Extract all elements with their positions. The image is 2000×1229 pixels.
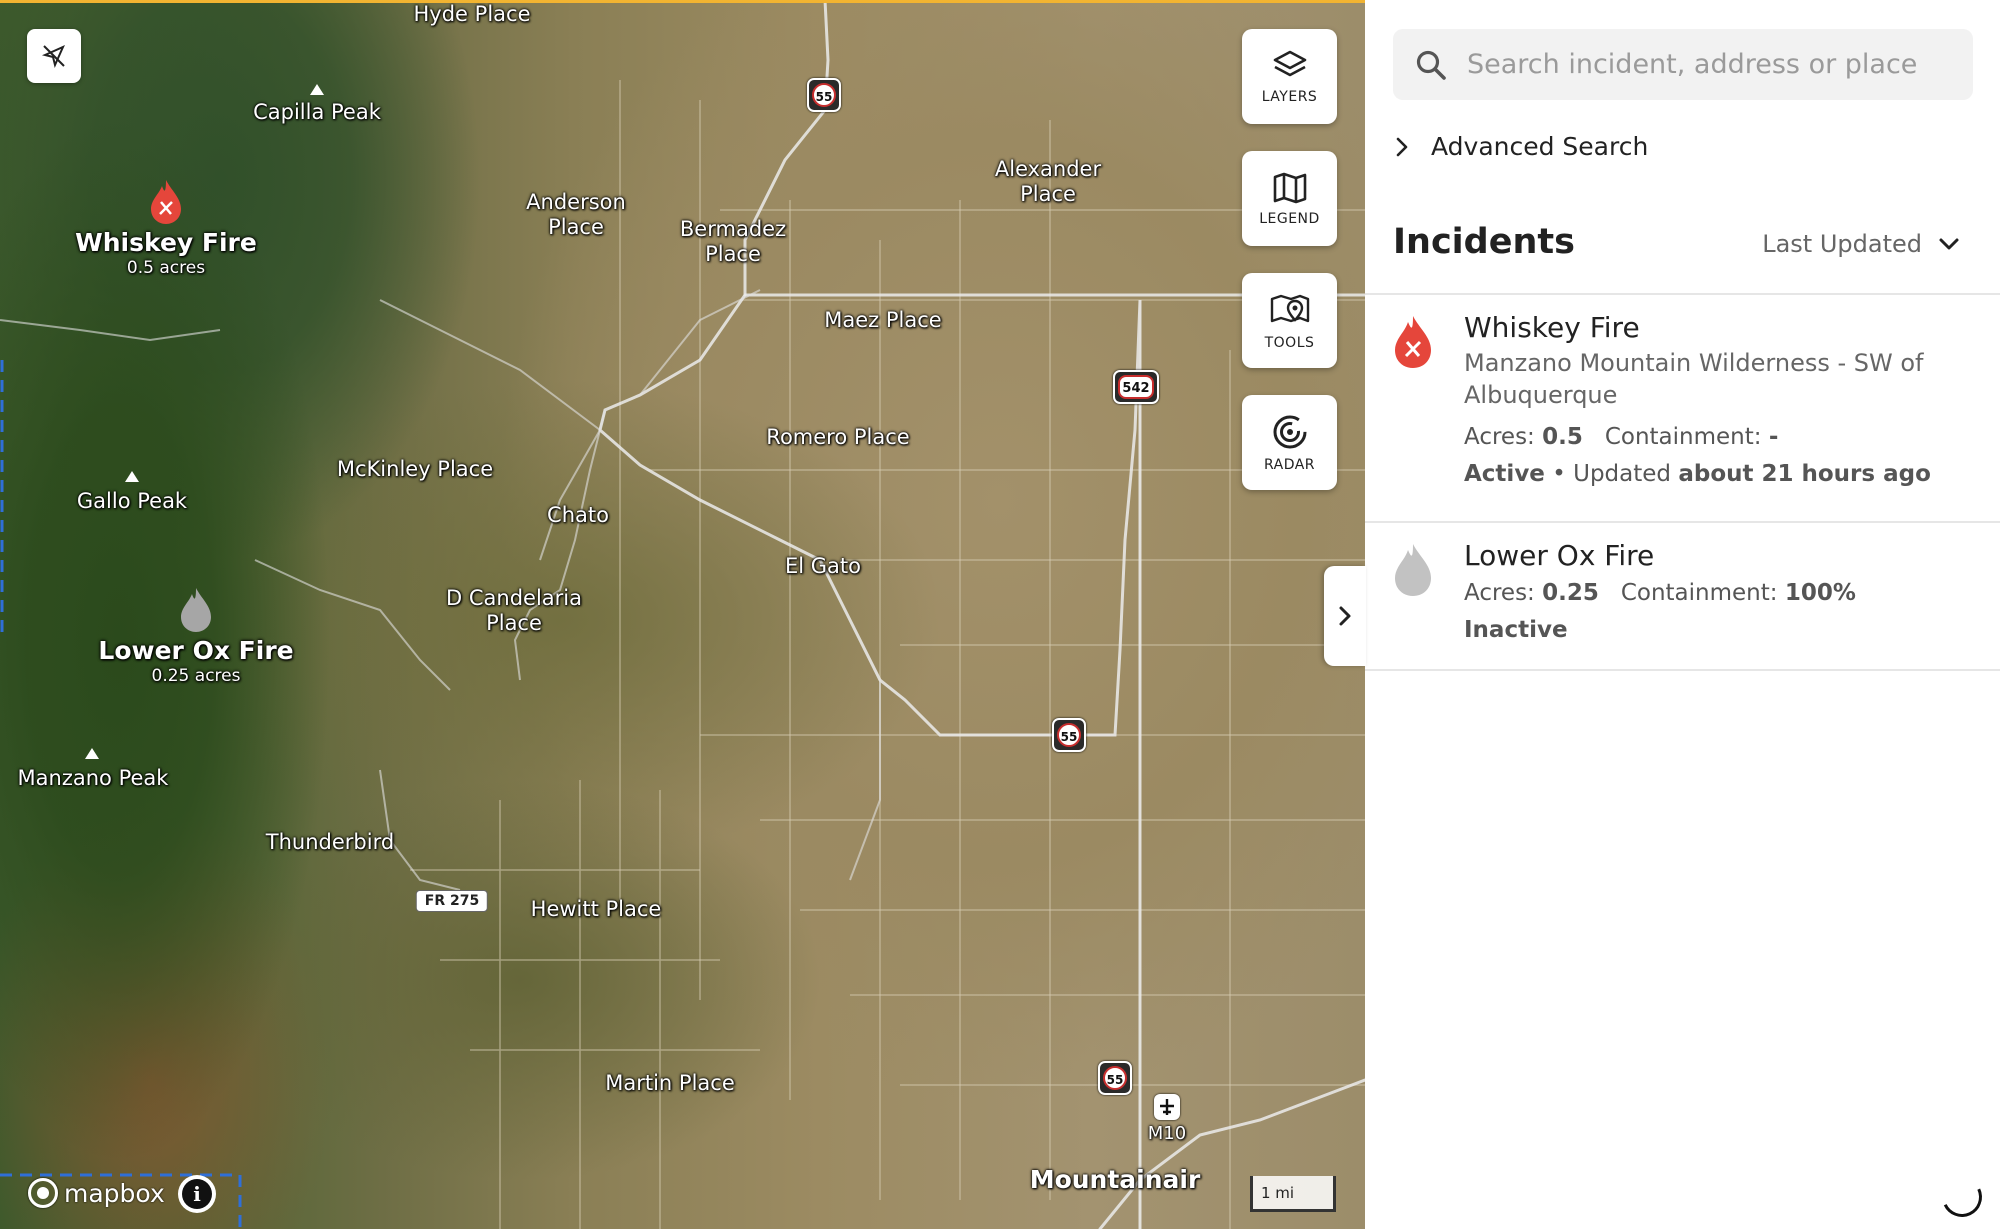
active-fire-marker-icon[interactable] bbox=[149, 178, 183, 226]
incident-body: Whiskey Fire Manzano Mountain Wilderness… bbox=[1464, 309, 1974, 493]
divider bbox=[1365, 669, 2000, 671]
inactive-fire-marker-icon[interactable] bbox=[179, 586, 213, 634]
place-label[interactable]: Chato bbox=[547, 503, 609, 528]
radar-icon bbox=[1273, 415, 1306, 448]
airport-icon bbox=[1154, 1094, 1180, 1120]
attribution-info-button[interactable]: i bbox=[178, 1175, 216, 1213]
mapbox-logo[interactable]: mapbox bbox=[28, 1178, 165, 1208]
legend-button[interactable]: LEGEND bbox=[1242, 151, 1337, 246]
place-label[interactable]: D Candelaria Place bbox=[446, 586, 582, 636]
place-label[interactable]: Maez Place bbox=[824, 308, 941, 333]
route-shield: 55 bbox=[1052, 718, 1086, 752]
layers-icon bbox=[1273, 50, 1306, 76]
place-label[interactable]: Thunderbird bbox=[266, 830, 394, 855]
incident-item-lower-ox-fire[interactable]: Lower Ox Fire Acres: 0.25 Containment: 1… bbox=[1365, 523, 2000, 669]
place-label[interactable]: Gallo Peak bbox=[77, 489, 187, 514]
inactive-fire-icon bbox=[1395, 544, 1431, 596]
incident-sidebar: Advanced Search Incidents Last Updated W… bbox=[1365, 0, 2000, 1229]
wildfire-map-app: Hyde Place Capilla Peak Anderson Place Be… bbox=[0, 0, 2000, 1229]
tools-button[interactable]: TOOLS bbox=[1242, 273, 1337, 368]
active-fire-icon bbox=[1395, 316, 1431, 368]
place-label[interactable]: Capilla Peak bbox=[253, 100, 381, 125]
local-roads bbox=[0, 289, 881, 891]
map-scale-bar: 1 mi bbox=[1250, 1176, 1336, 1212]
incident-item-whiskey-fire[interactable]: Whiskey Fire Manzano Mountain Wilderness… bbox=[1365, 295, 2000, 521]
airport-glyph-icon bbox=[1160, 1099, 1174, 1115]
navigation-off-icon bbox=[41, 45, 65, 69]
place-label[interactable]: Martin Place bbox=[605, 1071, 735, 1096]
search-icon bbox=[1416, 50, 1446, 80]
radar-button[interactable]: RADAR bbox=[1242, 395, 1337, 490]
field-boundaries bbox=[410, 80, 1365, 1229]
place-label[interactable]: McKinley Place bbox=[337, 457, 493, 482]
advanced-search-toggle[interactable]: Advanced Search bbox=[1395, 132, 1648, 161]
layers-button[interactable]: LAYERS bbox=[1242, 29, 1337, 124]
incident-body: Lower Ox Fire Acres: 0.25 Containment: 1… bbox=[1464, 537, 1974, 649]
map-icon bbox=[1273, 172, 1306, 203]
incident-status: Active • Updated about 21 hours ago bbox=[1464, 461, 1931, 487]
peak-marker-icon bbox=[310, 84, 324, 95]
incident-status: Inactive bbox=[1464, 617, 1568, 643]
place-label[interactable]: M10 bbox=[1148, 1121, 1186, 1146]
top-accent-bar bbox=[0, 0, 1365, 3]
info-icon: i bbox=[182, 1179, 212, 1209]
peak-marker-icon bbox=[85, 748, 99, 759]
map-pin-icon bbox=[1270, 294, 1309, 322]
route-shield: 542 bbox=[1113, 370, 1159, 404]
place-label[interactable]: Hewitt Place bbox=[531, 897, 662, 922]
place-label[interactable]: Alexander Place bbox=[995, 157, 1101, 207]
search-box[interactable] bbox=[1393, 29, 1973, 100]
incidents-heading: Incidents bbox=[1393, 222, 1575, 262]
chevron-right-icon bbox=[1339, 606, 1351, 626]
search-input[interactable] bbox=[1467, 49, 1947, 80]
place-label[interactable]: Manzano Peak bbox=[18, 766, 169, 791]
place-label[interactable]: Mountainair bbox=[1030, 1167, 1201, 1192]
route-shield: 55 bbox=[1098, 1061, 1132, 1095]
chevron-right-icon bbox=[1396, 137, 1408, 156]
incident-stats: Acres: 0.25 Containment: 100% bbox=[1464, 580, 1856, 606]
fire-label-lower-ox[interactable]: Lower Ox Fire 0.25 acres bbox=[98, 636, 293, 686]
collapse-sidebar-button[interactable] bbox=[1324, 566, 1366, 666]
mapbox-logo-icon bbox=[28, 1178, 58, 1208]
reset-north-button[interactable] bbox=[27, 29, 81, 83]
sort-dropdown[interactable]: Last Updated bbox=[1762, 230, 1960, 258]
place-label[interactable]: Hyde Place bbox=[414, 2, 531, 27]
place-label[interactable]: Anderson Place bbox=[526, 190, 626, 240]
map-canvas[interactable]: Hyde Place Capilla Peak Anderson Place Be… bbox=[0, 0, 1365, 1229]
chevron-down-icon bbox=[1939, 238, 1959, 250]
route-shield: 55 bbox=[807, 78, 841, 112]
place-label[interactable]: Bermadez Place bbox=[680, 217, 786, 267]
incident-stats: Acres: 0.5 Containment: - bbox=[1464, 424, 1779, 450]
place-label[interactable]: El Gato bbox=[785, 554, 861, 579]
forest-road-label: FR 275 bbox=[415, 890, 489, 912]
peak-marker-icon bbox=[125, 471, 139, 482]
fire-label-whiskey[interactable]: Whiskey Fire 0.5 acres bbox=[75, 228, 257, 278]
place-label[interactable]: Romero Place bbox=[766, 425, 909, 450]
loading-spinner-icon bbox=[1936, 1171, 1988, 1223]
